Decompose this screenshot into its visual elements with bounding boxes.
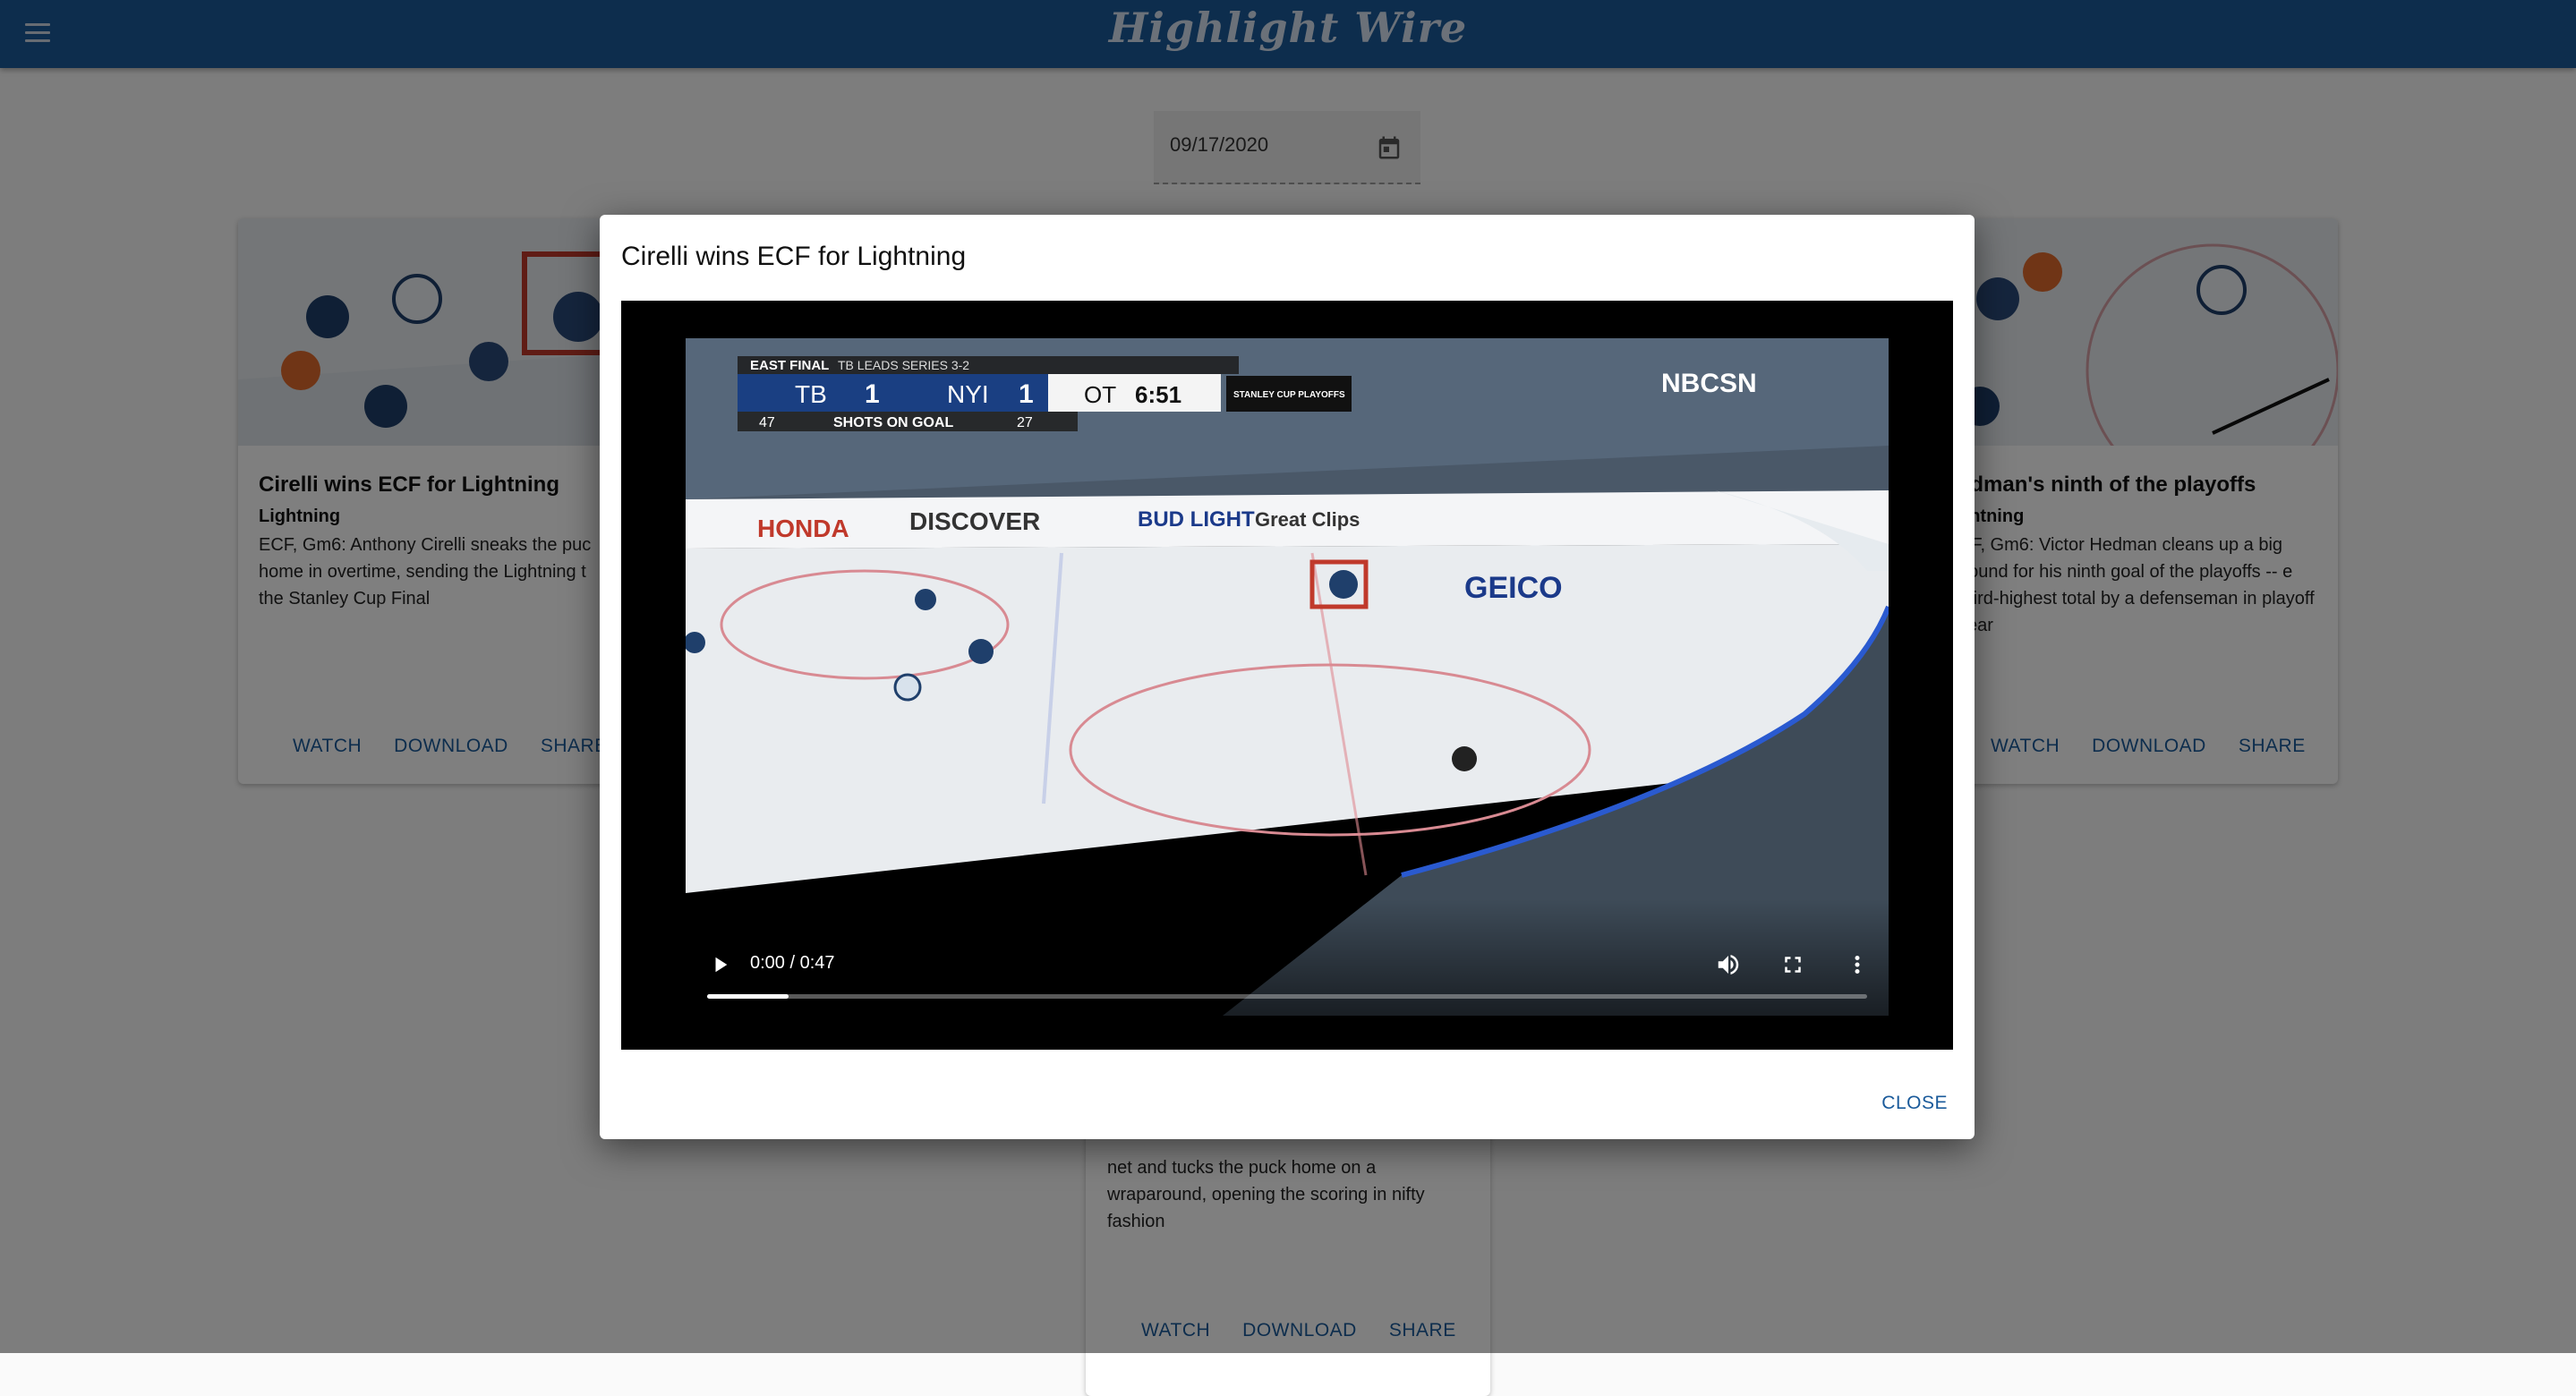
- scorebug-team-b: NYI: [947, 380, 989, 408]
- more-options-icon[interactable]: [1844, 951, 1871, 978]
- scorebug-clock: 6:51: [1135, 381, 1181, 408]
- board-ad: HONDA: [757, 515, 849, 542]
- scorebug-shots-b: 27: [1017, 415, 1033, 430]
- video-controls: 0:00 / 0:47: [686, 899, 1889, 1016]
- network-logo: NBCSN: [1661, 369, 1757, 398]
- video-dialog: Cirelli wins ECF for Lightning HONDA DIS…: [600, 215, 1975, 1139]
- scorebug-period: OT: [1084, 381, 1116, 408]
- board-ad: DISCOVER: [909, 507, 1040, 535]
- scorebug-series-label: EAST FINAL: [750, 358, 829, 373]
- video-time: 0:00 / 0:47: [750, 953, 835, 973]
- video-player[interactable]: HONDA DISCOVER BUD LIGHT Great Clips GEI…: [621, 301, 1953, 1050]
- scorebug-team-a: TB: [795, 380, 827, 408]
- board-ad: GEICO: [1464, 571, 1563, 605]
- scorebug-shots-a: 47: [759, 415, 775, 430]
- scorebug-score-b: 1: [1019, 379, 1034, 409]
- scorebug-shots-label: SHOTS ON GOAL: [833, 415, 953, 430]
- volume-icon[interactable]: [1715, 951, 1742, 978]
- fullscreen-icon[interactable]: [1779, 951, 1806, 978]
- video-frame[interactable]: HONDA DISCOVER BUD LIGHT Great Clips GEI…: [686, 338, 1889, 1016]
- close-button[interactable]: CLOSE: [1881, 1093, 1948, 1114]
- scorebug-series-status: TB LEADS SERIES 3-2: [838, 358, 969, 372]
- video-progress-bar[interactable]: [707, 994, 1867, 999]
- video-progress-buffered: [707, 994, 789, 999]
- board-ad: BUD LIGHT: [1138, 507, 1255, 532]
- scorebug-score-a: 1: [865, 379, 880, 409]
- scorebug-badge: STANLEY CUP PLAYOFFS: [1233, 390, 1345, 400]
- board-ad: Great Clips: [1255, 508, 1360, 531]
- dialog-title: Cirelli wins ECF for Lightning: [621, 242, 967, 271]
- play-icon[interactable]: [711, 955, 730, 975]
